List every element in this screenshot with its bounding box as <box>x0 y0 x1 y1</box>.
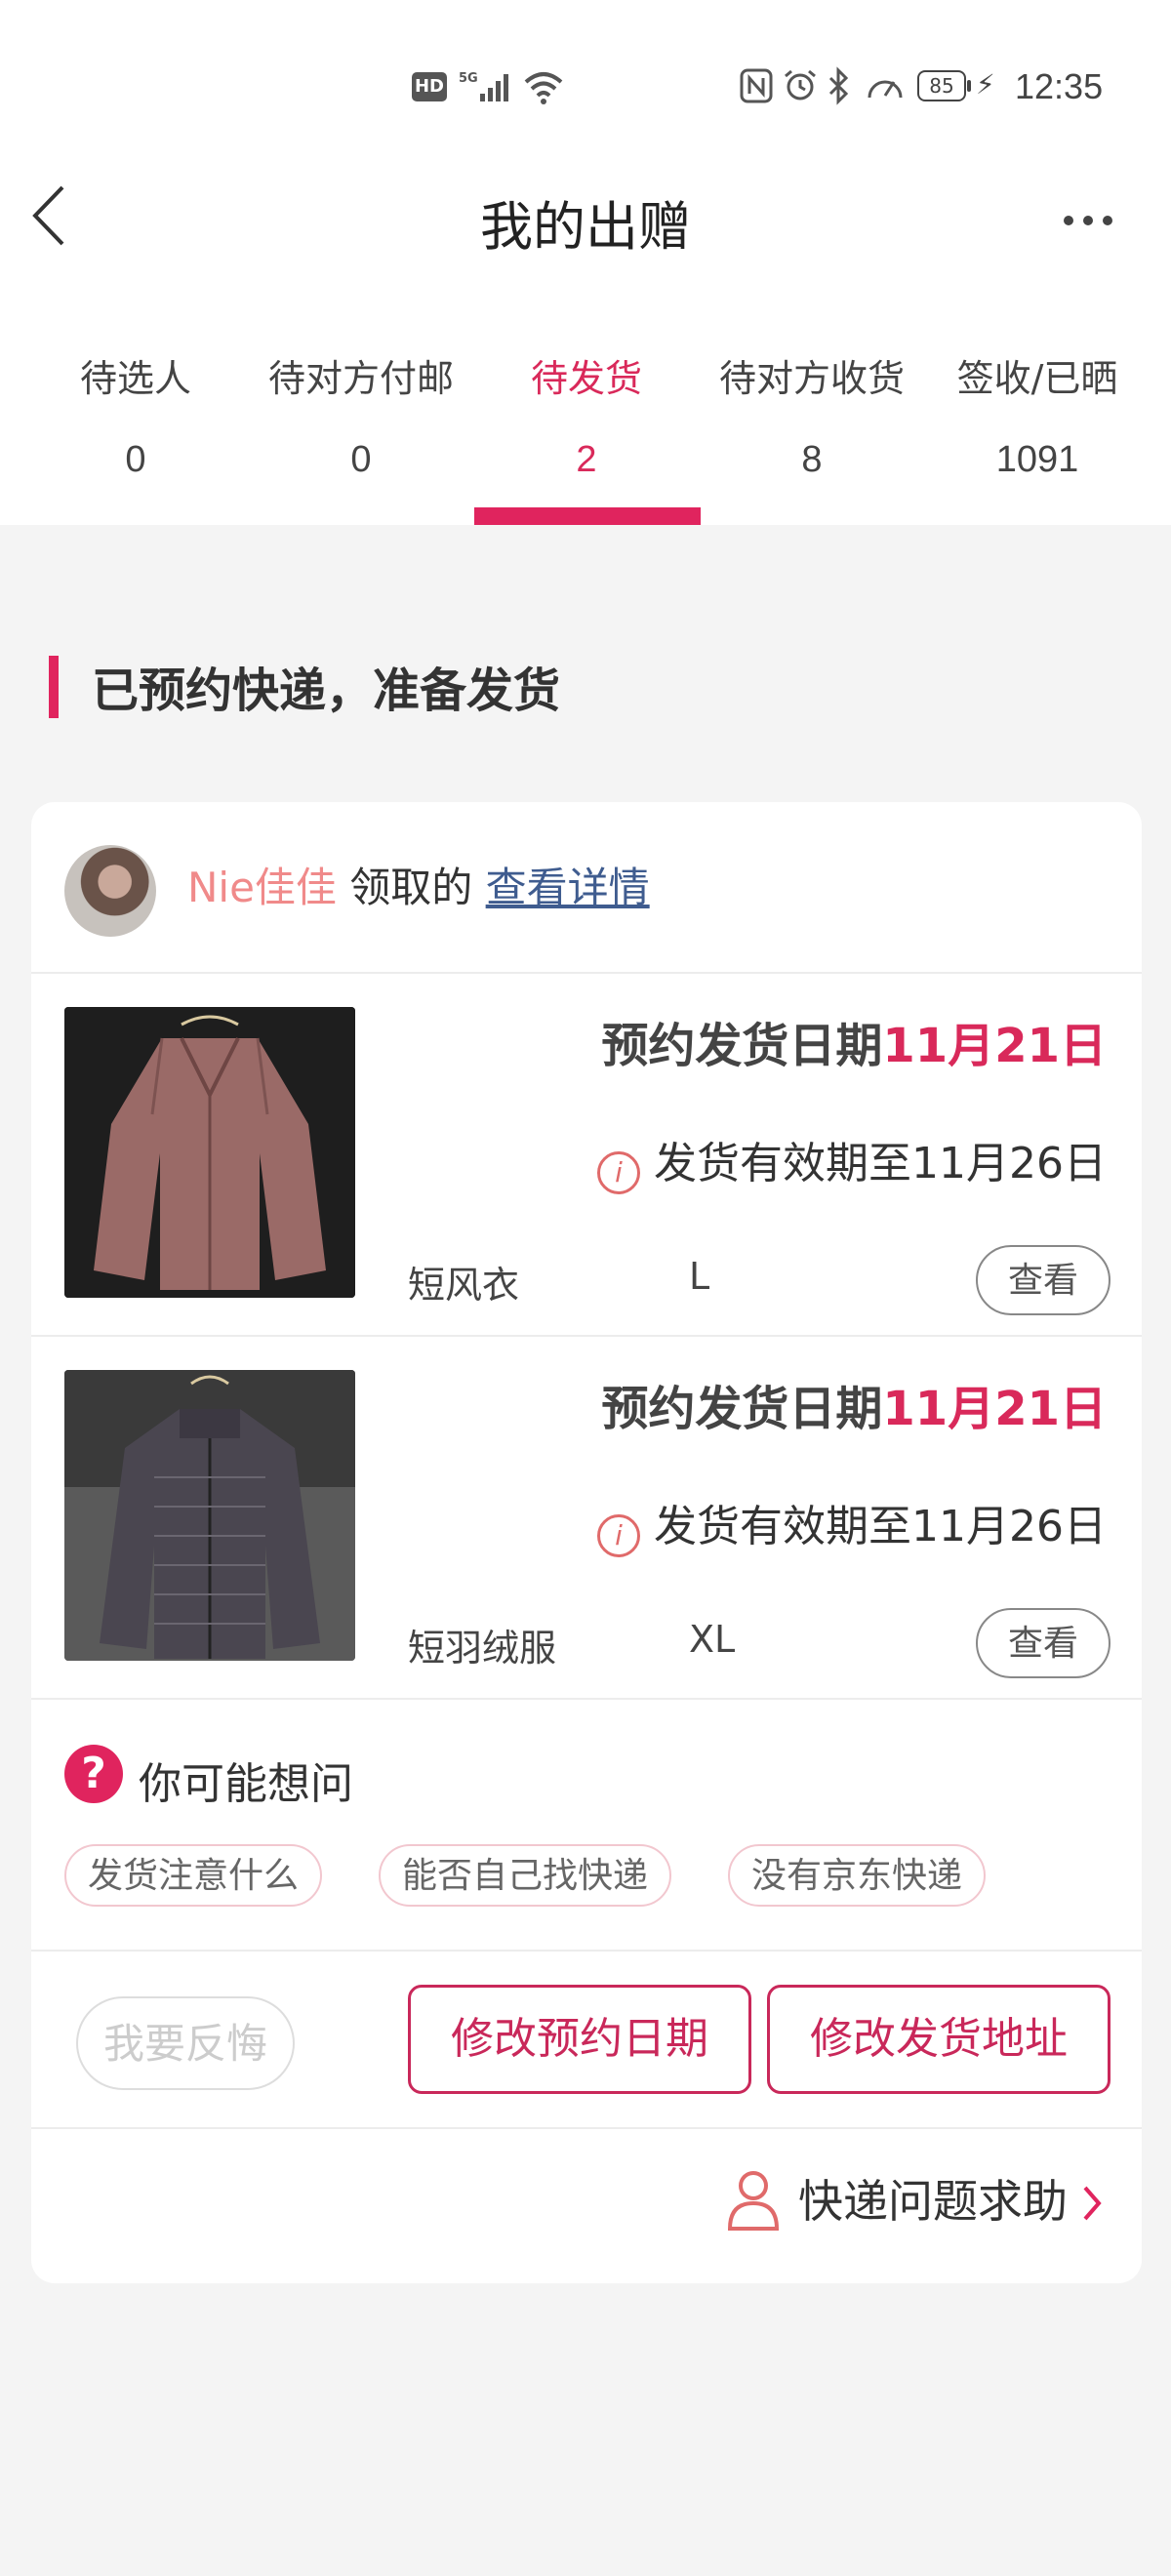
ship-date-value: 11月21日 <box>882 1382 1107 1436</box>
ship-date-line: 预约发货日期11月21日 <box>601 1370 1107 1438</box>
page-title: 我的出赠 <box>480 196 691 258</box>
chevron-right-icon <box>1083 2186 1102 2221</box>
tab-received[interactable]: 签收/已晒 1091 <box>925 351 1150 481</box>
change-date-button[interactable]: 修改预约日期 <box>408 1985 751 2094</box>
tab-pending-shipment[interactable]: 待发货 2 <box>474 351 699 481</box>
ship-validity-line: i 发货有效期至11月26日 <box>597 1491 1107 1557</box>
item-size: XL <box>689 1618 736 1661</box>
tab-count: 0 <box>350 439 372 480</box>
avatar[interactable] <box>64 845 156 937</box>
item-name: 短风衣 <box>408 1264 520 1307</box>
faq-chip[interactable]: 能否自己找快递 <box>379 1844 672 1907</box>
bluetooth-icon <box>828 66 849 105</box>
nfc-icon <box>740 68 773 103</box>
faq-title: 你可能想问 <box>139 1759 353 1809</box>
view-details-link[interactable]: 查看详情 <box>486 864 650 911</box>
tab-pending-postage[interactable]: 待对方付邮 0 <box>249 351 473 481</box>
tab-count: 8 <box>801 439 823 480</box>
tab-pending-selection[interactable]: 待选人 0 <box>23 351 248 481</box>
divider <box>31 1335 1142 1337</box>
tab-label: 待发货 <box>530 357 642 400</box>
item-photo-down-jacket[interactable] <box>64 1370 355 1661</box>
item-name: 短羽绒服 <box>408 1627 557 1670</box>
ship-date-line: 预约发货日期11月21日 <box>601 1007 1107 1075</box>
down-jacket-image <box>64 1370 355 1661</box>
hd-badge: HD <box>412 72 447 101</box>
ship-validity-text: 发货有效期至11月26日 <box>654 1502 1107 1551</box>
ship-date-value: 11月21日 <box>882 1019 1107 1073</box>
active-tab-indicator <box>474 507 701 525</box>
faq-chip[interactable]: 没有京东快递 <box>728 1844 987 1907</box>
tab-pending-receipt[interactable]: 待对方收货 8 <box>700 351 924 481</box>
item-size: L <box>689 1255 710 1298</box>
question-icon: ? <box>64 1745 123 1803</box>
courier-help-label: 快递问题求助 <box>798 2175 1068 2228</box>
clock: 12:35 <box>1015 66 1104 106</box>
divider <box>31 1698 1142 1700</box>
tab-label: 待对方收货 <box>718 357 905 400</box>
divider <box>31 972 1142 974</box>
ship-date-label: 预约发货日期 <box>601 1019 883 1073</box>
divider <box>31 2127 1142 2129</box>
ship-validity-text: 发货有效期至11月26日 <box>654 1139 1107 1188</box>
info-icon: i <box>597 1151 641 1194</box>
section-title: 已预约快递，准备发货 <box>92 664 561 718</box>
receiver-line: Nie佳佳 领取的 查看详情 <box>187 855 650 914</box>
status-bar: HD 5G 85 ⚡ 12:35 <box>0 59 1171 117</box>
charging-icon: ⚡ <box>976 68 995 101</box>
tab-label: 待选人 <box>79 357 191 400</box>
battery-indicator: 85 <box>917 70 966 101</box>
ship-validity-line: i 发货有效期至11月26日 <box>597 1128 1107 1194</box>
info-icon: i <box>597 1514 641 1557</box>
courier-help-link[interactable]: 快递问题求助 <box>726 2166 1103 2231</box>
battery-tip <box>967 80 971 92</box>
item-photo-trench-coat[interactable] <box>64 1007 355 1298</box>
receiver-nickname[interactable]: Nie佳佳 <box>187 864 337 911</box>
wifi-icon <box>524 72 563 104</box>
trench-coat-image <box>64 1007 355 1298</box>
change-address-button[interactable]: 修改发货地址 <box>767 1985 1110 2094</box>
section-accent-bar <box>49 656 59 718</box>
view-item-button[interactable]: 查看 <box>976 1608 1110 1678</box>
more-options-icon[interactable] <box>1064 211 1122 229</box>
receiver-action-text: 领取的 <box>336 864 486 911</box>
cellular-signal-icon: 5G <box>459 71 508 101</box>
tab-count: 0 <box>125 439 146 480</box>
tab-label: 待对方付邮 <box>267 357 454 400</box>
tab-count: 1091 <box>995 439 1079 480</box>
regret-button[interactable]: 我要反悔 <box>76 1996 295 2090</box>
network-type-label: 5G <box>459 71 478 86</box>
divider <box>31 1950 1142 1952</box>
speedometer-icon <box>868 80 903 99</box>
view-item-button[interactable]: 查看 <box>976 1245 1110 1315</box>
tab-label: 签收/已晒 <box>956 357 1118 400</box>
tab-count: 2 <box>576 439 597 480</box>
ship-date-label: 预约发货日期 <box>601 1382 883 1436</box>
alarm-icon <box>785 69 816 101</box>
shipment-card: Nie佳佳 领取的 查看详情 预约发货日期11月21日 i 发货有效期至11月26… <box>31 802 1142 2283</box>
faq-chip[interactable]: 发货注意什么 <box>64 1844 323 1907</box>
person-icon <box>727 2171 780 2231</box>
